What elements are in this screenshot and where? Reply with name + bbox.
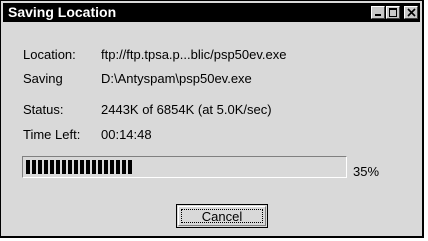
time-left-label: Time Left: — [23, 127, 81, 142]
window-title: Saving Location — [8, 4, 117, 20]
minimize-button[interactable] — [371, 6, 385, 19]
progress-block — [62, 160, 66, 174]
progress-block — [74, 160, 78, 174]
progress-block — [104, 160, 108, 174]
progress-block — [44, 160, 48, 174]
location-label: Location: — [23, 47, 76, 62]
location-value: ftp://ftp.tpsa.p...blic/psp50ev.exe — [101, 47, 287, 62]
saving-location-dialog: Saving Location Location: ftp://ftp.tpsa… — [0, 0, 424, 238]
progress-block — [68, 160, 72, 174]
progress-block — [26, 160, 30, 174]
progress-block — [128, 160, 132, 174]
cancel-button[interactable]: Cancel — [176, 204, 268, 228]
download-progress-bar — [22, 156, 347, 178]
close-icon — [407, 8, 416, 17]
title-bar[interactable]: Saving Location — [3, 3, 420, 22]
progress-block — [80, 160, 84, 174]
status-value: 2443K of 6854K (at 5.0K/sec) — [101, 102, 272, 117]
progress-block — [122, 160, 126, 174]
progress-block — [116, 160, 120, 174]
status-label: Status: — [23, 102, 64, 117]
progress-block — [50, 160, 54, 174]
maximize-button[interactable] — [386, 6, 400, 19]
progress-block — [92, 160, 96, 174]
saving-label: Saving — [23, 71, 63, 86]
progress-block — [86, 160, 90, 174]
progress-block — [32, 160, 36, 174]
time-left-value: 00:14:48 — [101, 127, 152, 142]
cancel-label: Cancel — [201, 209, 243, 224]
progress-percent: 35% — [353, 164, 380, 179]
progress-block — [98, 160, 102, 174]
progress-block — [56, 160, 60, 174]
progress-block — [110, 160, 114, 174]
close-button[interactable] — [404, 6, 418, 19]
progress-block — [38, 160, 42, 174]
saving-value: D:\Antyspam\psp50ev.exe — [101, 71, 252, 86]
